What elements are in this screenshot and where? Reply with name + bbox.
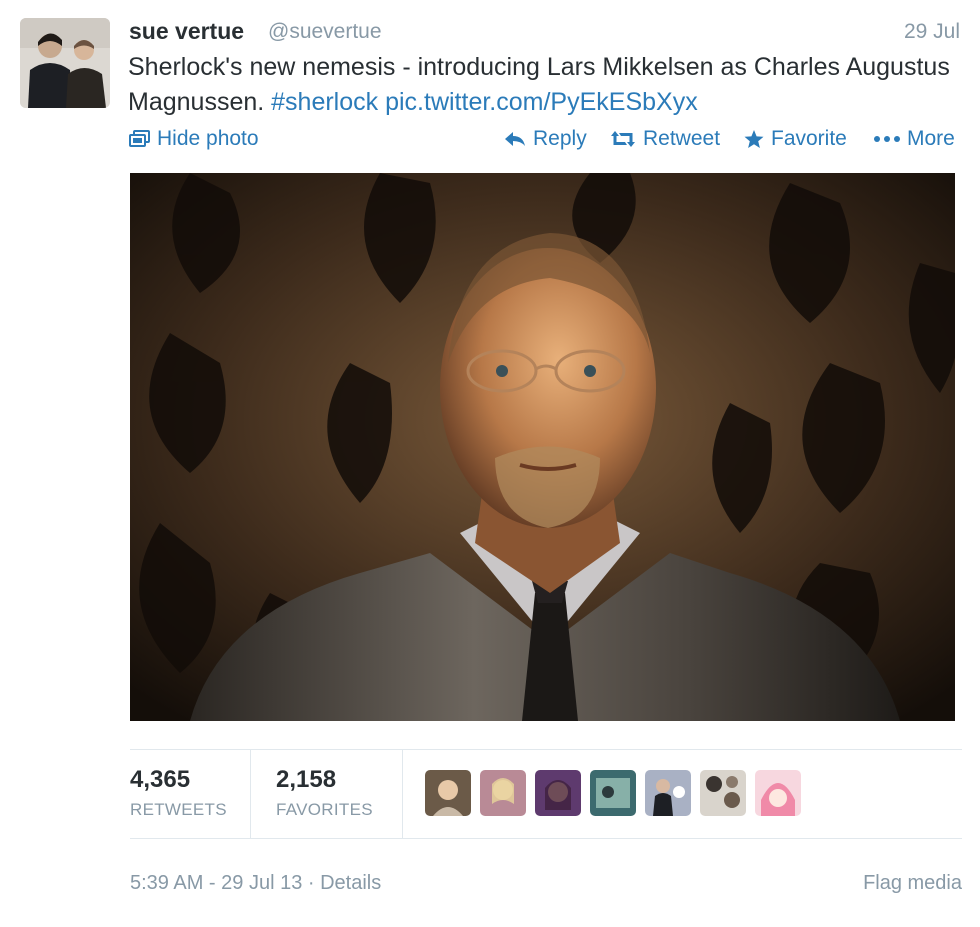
favoriters-avatars	[425, 770, 801, 816]
retweet-label: Retweet	[643, 127, 721, 150]
retweet-button[interactable]: Retweet	[609, 127, 720, 151]
star-icon	[744, 130, 764, 148]
avatar-image	[590, 770, 636, 816]
retweet-icon	[611, 131, 635, 147]
tweet: sue vertue @suevertue 29 Jul Sherlock's …	[128, 12, 962, 161]
avatar-image	[700, 770, 746, 816]
stats-bottom-divider	[130, 838, 962, 839]
retweets-count: 4,365	[130, 766, 191, 793]
favoriter-avatar[interactable]	[590, 770, 636, 816]
details-link[interactable]: Details	[320, 872, 381, 894]
photo-icon	[129, 130, 150, 147]
retweets-stat[interactable]: 4,365 RETWEETS	[130, 766, 227, 820]
favoriter-avatar[interactable]	[755, 770, 801, 816]
user-avatar[interactable]	[20, 18, 110, 108]
favoriter-avatar[interactable]	[425, 770, 471, 816]
stats-separator	[402, 750, 403, 838]
hashtag-link[interactable]: #sherlock	[271, 88, 378, 116]
stats-separator	[250, 750, 251, 838]
hide-photo-button[interactable]: Hide photo	[129, 127, 259, 151]
tweet-header: sue vertue @suevertue 29 Jul	[128, 12, 962, 50]
user-handle[interactable]: @suevertue	[268, 20, 382, 44]
media-link[interactable]: pic.twitter.com/PyEkESbXyx	[385, 88, 698, 116]
photo-portrait-image	[130, 173, 955, 721]
retweets-label: RETWEETS	[130, 800, 227, 819]
ellipsis-icon	[874, 136, 900, 142]
tweet-stats: 4,365 RETWEETS 2,158 FAVORITES	[130, 750, 962, 838]
more-button[interactable]: More	[873, 127, 955, 151]
more-label: More	[907, 127, 955, 150]
avatar-image	[755, 770, 801, 816]
favorites-count: 2,158	[276, 766, 337, 793]
reply-arrow-icon	[505, 132, 525, 146]
favorite-label: Favorite	[771, 127, 847, 150]
flag-media-link[interactable]: Flag media	[863, 872, 962, 895]
tweet-photo[interactable]	[130, 173, 955, 721]
reply-label: Reply	[533, 127, 587, 150]
reply-button[interactable]: Reply	[503, 127, 587, 151]
favorite-button[interactable]: Favorite	[743, 127, 847, 151]
favorites-stat[interactable]: 2,158 FAVORITES	[276, 766, 373, 820]
avatar-image	[20, 18, 110, 108]
favoriter-avatar[interactable]	[480, 770, 526, 816]
hide-photo-label: Hide photo	[157, 127, 259, 150]
tweet-footer: 5:39 AM - 29 Jul 13 · Details Flag media	[130, 872, 962, 895]
avatar-image	[645, 770, 691, 816]
favoriter-avatar[interactable]	[535, 770, 581, 816]
footer-separator: ·	[302, 872, 321, 894]
tweet-date[interactable]: 29 Jul	[904, 20, 960, 44]
tweet-timestamp: 5:39 AM - 29 Jul 13	[130, 872, 303, 894]
favoriter-avatar[interactable]	[645, 770, 691, 816]
avatar-image	[425, 770, 471, 816]
avatar-image	[535, 770, 581, 816]
tweet-actions: Hide photo Reply Retweet Favorite More	[128, 121, 962, 161]
tweet-text: Sherlock's new nemesis - introducing Lar…	[128, 50, 962, 120]
favorites-label: FAVORITES	[276, 800, 373, 819]
favoriter-avatar[interactable]	[700, 770, 746, 816]
avatar-image	[480, 770, 526, 816]
user-fullname[interactable]: sue vertue	[129, 18, 244, 45]
